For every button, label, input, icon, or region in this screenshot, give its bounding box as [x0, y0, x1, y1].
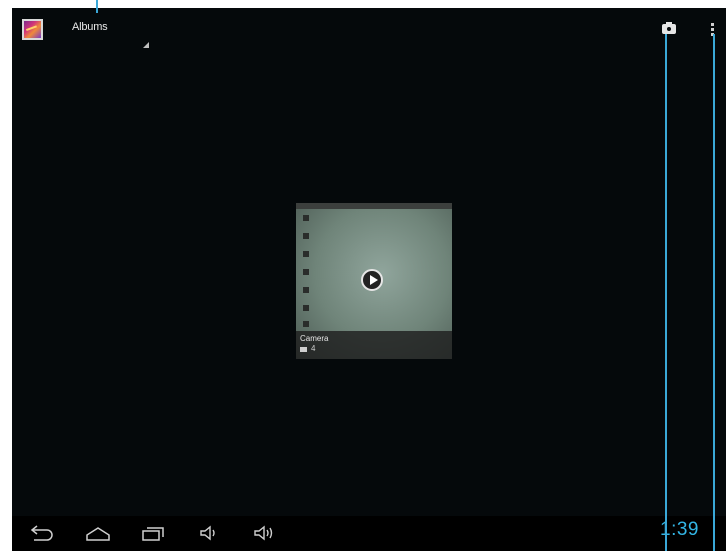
film-sprocket	[303, 215, 309, 221]
film-sprocket	[303, 251, 309, 257]
recent-apps-icon	[142, 527, 164, 541]
recent-apps-button[interactable]	[140, 524, 166, 542]
albums-label: Albums	[72, 21, 108, 33]
film-sprocket	[303, 305, 309, 311]
album-tile-camera[interactable]: Camera 4	[296, 203, 452, 359]
album-selector-dropdown[interactable]: Albums	[64, 16, 154, 48]
home-button[interactable]	[84, 524, 112, 542]
album-caption: Camera 4	[296, 331, 452, 359]
overflow-dot-icon	[711, 28, 714, 31]
play-icon	[361, 269, 383, 291]
home-icon	[86, 527, 110, 541]
callout-line-menu	[713, 34, 715, 551]
volume-up-icon	[254, 525, 273, 541]
volume-up-button[interactable]	[252, 524, 276, 542]
gallery-screen: Albums Camera 4 1:39	[12, 8, 726, 551]
film-sprocket	[303, 321, 309, 327]
dropdown-indicator-icon	[143, 42, 149, 48]
album-name: Camera	[300, 334, 329, 343]
film-sprocket	[303, 233, 309, 239]
volume-down-button[interactable]	[198, 524, 220, 542]
camera-count-icon	[300, 347, 307, 352]
album-item-count: 4	[311, 344, 316, 353]
system-navigation-bar	[12, 516, 726, 551]
film-sprocket	[303, 287, 309, 293]
film-strip-top	[296, 203, 452, 209]
callout-line-camera	[665, 34, 667, 551]
gallery-app-icon[interactable]	[22, 19, 43, 40]
film-sprocket	[303, 269, 309, 275]
back-icon	[30, 525, 53, 541]
volume-down-icon	[200, 525, 215, 541]
back-button[interactable]	[28, 524, 56, 542]
overflow-dot-icon	[711, 23, 714, 26]
camera-lens-icon	[666, 26, 672, 32]
callout-line-albums	[96, 0, 98, 13]
